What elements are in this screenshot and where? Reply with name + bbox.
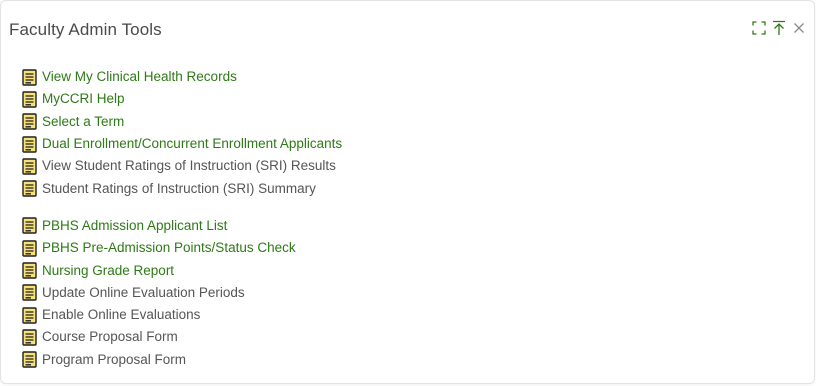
document-icon [22,306,37,324]
tool-list-item: Dual Enrollment/Concurrent Enrollment Ap… [22,133,342,155]
tool-link[interactable]: Dual Enrollment/Concurrent Enrollment Ap… [42,136,342,152]
document-icon [22,351,37,368]
tool-link[interactable]: Update Online Evaluation Periods [42,285,245,301]
document-icon [22,262,37,279]
tool-list-item: Program Proposal Form [22,349,342,371]
portlet-title: Faculty Admin Tools [9,20,162,39]
tool-list-item: View My Clinical Health Records [22,66,342,88]
tool-list-item: MyCCRI Help [22,88,342,110]
maximize-icon[interactable] [752,20,766,36]
tool-link-list: View My Clinical Health Records MyCCRI He… [22,66,342,371]
document-icon [22,240,37,257]
document-icon [22,68,37,86]
tool-link[interactable]: View Student Ratings of Instruction (SRI… [42,158,336,174]
tool-list-item: Course Proposal Form [22,326,342,348]
tool-link[interactable]: Course Proposal Form [42,329,178,345]
document-icon [22,113,37,130]
document-icon [22,158,37,175]
document-icon [22,91,37,108]
document-icon [22,329,37,346]
tool-list-item: Enable Online Evaluations [22,304,342,326]
tool-list-item: PBHS Admission Applicant List [22,215,342,237]
tool-link[interactable]: MyCCRI Help [42,91,125,107]
tool-link[interactable]: Student Ratings of Instruction (SRI) Sum… [42,181,316,197]
group-spacer [22,200,342,215]
document-icon [22,180,37,197]
tool-link[interactable]: Nursing Grade Report [42,263,174,279]
tool-list-item: Select a Term [22,111,342,133]
tool-link[interactable]: Select a Term [42,114,124,130]
document-icon [22,284,37,302]
tool-link[interactable]: PBHS Admission Applicant List [42,218,227,234]
move-to-top-icon[interactable] [772,20,786,36]
faculty-admin-tools-portlet: Faculty Admin Tools View My Clinical Hea… [0,0,815,384]
tool-link[interactable]: Enable Online Evaluations [42,307,200,323]
tool-list-item: Student Ratings of Instruction (SRI) Sum… [22,177,342,199]
tool-list-item: PBHS Pre-Admission Points/Status Check [22,237,342,259]
document-icon [22,217,37,235]
portlet-controls [752,18,806,38]
portlet-header: Faculty Admin Tools [1,1,814,53]
tool-list-item: View Student Ratings of Instruction (SRI… [22,155,342,177]
tool-link[interactable]: Program Proposal Form [42,352,186,368]
document-icon [22,135,37,153]
tool-list-item: Nursing Grade Report [22,259,342,281]
tool-link[interactable]: View My Clinical Health Records [42,69,237,85]
close-icon[interactable] [792,20,806,36]
tool-link[interactable]: PBHS Pre-Admission Points/Status Check [42,240,296,256]
tool-list-item: Update Online Evaluation Periods [22,282,342,304]
